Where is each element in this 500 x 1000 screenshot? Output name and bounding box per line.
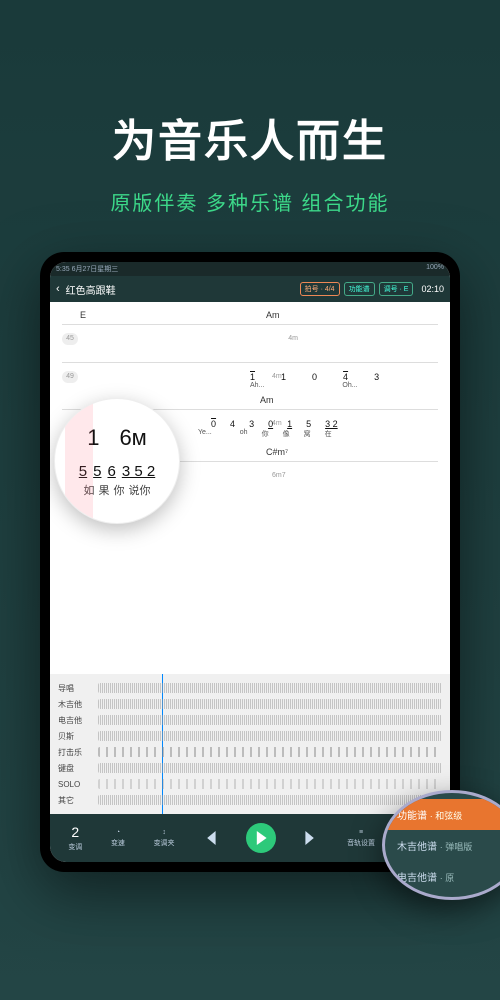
mag-note: 6ᴍ xyxy=(119,425,146,451)
lyric: 你 xyxy=(262,429,269,439)
waveform[interactable] xyxy=(98,715,442,725)
waveform[interactable] xyxy=(98,699,442,709)
measure-sub: 4m xyxy=(288,335,298,342)
track-label[interactable]: 键盘 xyxy=(58,763,92,774)
prev-button[interactable] xyxy=(203,831,217,845)
note: 1 xyxy=(281,372,286,382)
mag-lyric: 你 xyxy=(114,482,125,498)
track-label[interactable]: 打击乐 xyxy=(58,747,92,758)
lyric: 像 xyxy=(283,429,290,439)
track-label[interactable]: 贝斯 xyxy=(58,731,92,742)
next-button[interactable] xyxy=(304,831,318,845)
mag-note: 3 5 2 xyxy=(122,463,155,480)
top-bar: ‹ 红色高跟鞋 拍号 · 4/4 功能谱 调号 · E 02:10 xyxy=(50,276,450,302)
mixer-button[interactable]: ≡ 音轨设置 xyxy=(347,829,375,848)
app-screen: 5:35 6月27日星期三 100% ‹ 红色高跟鞋 拍号 · 4/4 功能谱 … xyxy=(50,262,450,862)
back-icon[interactable]: ‹ xyxy=(56,283,60,295)
waveform[interactable] xyxy=(98,795,442,805)
measure-sub: 6m7 xyxy=(272,472,286,479)
note: 3 xyxy=(249,419,254,429)
mixer-icon: ≡ xyxy=(359,829,363,836)
note: 0 xyxy=(211,419,216,429)
transpose-value: 2 xyxy=(71,824,79,840)
tempo-icon: ◔ xyxy=(116,829,120,836)
note: 3 2 xyxy=(325,419,338,429)
transpose-button[interactable]: 2 变调 xyxy=(68,824,82,852)
note: 5 xyxy=(306,419,311,429)
note: 4 xyxy=(343,372,348,382)
chord-label: E xyxy=(80,310,86,320)
track-label[interactable]: 导唱 xyxy=(58,683,92,694)
measure-sub: 4m xyxy=(272,420,282,427)
waveform[interactable] xyxy=(98,763,442,773)
track-label[interactable]: 电吉他 xyxy=(58,715,92,726)
track-panel: 导唱 木吉他 电吉他 贝斯 打击乐 键盘 SOLO 其它 xyxy=(50,674,450,814)
note: 4 xyxy=(230,419,235,429)
waveform[interactable] xyxy=(98,779,442,789)
playhead[interactable] xyxy=(162,674,163,814)
note: 0 xyxy=(268,419,273,429)
capo-button[interactable]: ↕ 变调夹 xyxy=(154,829,175,848)
lyric: 窝 xyxy=(304,429,311,439)
chip-key[interactable]: 调号 · E xyxy=(379,282,414,296)
magnifier-lens: 1 6ᴍ 5 5 6 3 5 2 如 果 你 说你 xyxy=(54,398,180,524)
waveform[interactable] xyxy=(98,731,442,741)
track-label[interactable]: 其它 xyxy=(58,795,92,806)
status-bar: 5:35 6月27日星期三 100% xyxy=(50,262,450,276)
song-duration: 02:10 xyxy=(421,284,444,294)
play-button[interactable] xyxy=(246,823,276,853)
hero-title: 为音乐人而生 xyxy=(0,105,500,169)
lyric: Ye... xyxy=(198,429,212,439)
sheet-area[interactable]: E Am 45 4m 49 4m 1 1 0 4 3 Ah... xyxy=(50,302,450,674)
note: 1 xyxy=(287,419,292,429)
popup-option-acoustic[interactable]: 木吉他谱 · 弹唱版 xyxy=(385,830,500,861)
lyric: oh xyxy=(240,429,248,439)
hero-subtitle: 原版伴奏 多种乐谱 组合功能 xyxy=(0,187,500,216)
measure-number: 49 xyxy=(62,371,78,383)
track-label[interactable]: SOLO xyxy=(58,780,92,789)
lyric: Oh... xyxy=(342,382,357,389)
chord-label: Am xyxy=(266,310,280,320)
mag-lyric: 说你 xyxy=(129,482,151,498)
mag-note: 6 xyxy=(107,463,115,480)
waveform[interactable] xyxy=(98,683,442,693)
measure-number: 45 xyxy=(62,333,78,345)
note: 3 xyxy=(374,372,379,382)
chord-label: C#m⁷ xyxy=(266,447,288,457)
track-label[interactable]: 木吉他 xyxy=(58,699,92,710)
chord-label: Am xyxy=(260,395,274,405)
waveform[interactable] xyxy=(98,747,442,757)
chip-sheet-type[interactable]: 功能谱 xyxy=(344,282,375,296)
song-title: 红色高跟鞋 xyxy=(66,282,296,297)
chip-time-signature[interactable]: 拍号 · 4/4 xyxy=(300,282,340,296)
tempo-button[interactable]: ◔ 变速 xyxy=(111,829,125,848)
popup-option-electric[interactable]: 电吉他谱 · 原 xyxy=(385,861,500,892)
tablet-frame: 5:35 6月27日星期三 100% ‹ 红色高跟鞋 拍号 · 4/4 功能谱 … xyxy=(40,252,460,872)
status-battery: 100% xyxy=(426,264,444,274)
capo-icon: ↕ xyxy=(162,829,166,836)
mag-lyric: 果 xyxy=(99,482,110,498)
lyric: 在 xyxy=(325,429,332,439)
status-time: 5:35 6月27日星期三 xyxy=(56,264,118,274)
lyric: Ah... xyxy=(250,382,264,389)
mag-note: 5 xyxy=(93,463,101,480)
note: 0 xyxy=(312,372,317,382)
note: 1 xyxy=(250,372,255,382)
